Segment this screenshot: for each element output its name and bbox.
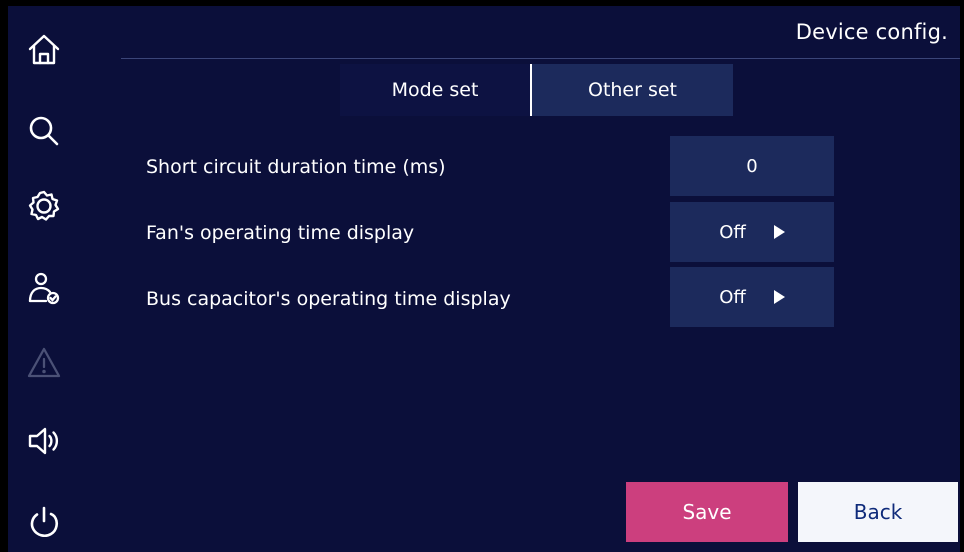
triangle-right-icon (773, 290, 785, 304)
sidebar (8, 6, 98, 552)
bus-capacitor-operating-time-label: Bus capacitor's operating time display (146, 288, 511, 310)
search-icon[interactable] (22, 109, 66, 153)
home-icon[interactable] (22, 28, 66, 72)
device-screen: Device config. Mode set Other set Short … (8, 6, 960, 552)
tab-other-set[interactable]: Other set (530, 64, 733, 116)
power-icon[interactable] (22, 501, 66, 545)
speaker-icon[interactable] (22, 419, 66, 463)
bus-capacitor-operating-time-value: Off (719, 286, 746, 308)
fan-operating-time-label: Fan's operating time display (146, 222, 415, 244)
fan-operating-time-select[interactable]: Off (670, 202, 834, 262)
warning-icon (22, 341, 66, 385)
header-divider (121, 58, 960, 59)
gear-icon[interactable] (22, 184, 66, 228)
user-check-icon[interactable] (22, 266, 66, 310)
save-button[interactable]: Save (626, 482, 788, 542)
device-frame: Device config. Mode set Other set Short … (0, 0, 964, 552)
triangle-right-icon (773, 225, 785, 239)
fan-operating-time-value: Off (719, 221, 746, 243)
tab-mode-set[interactable]: Mode set (340, 64, 530, 116)
bus-capacitor-operating-time-select[interactable]: Off (670, 267, 834, 327)
short-circuit-duration-value: 0 (746, 155, 758, 177)
page-title: Device config. (795, 20, 948, 44)
back-button[interactable]: Back (798, 482, 958, 542)
tab-bar: Mode set Other set (340, 64, 733, 116)
short-circuit-duration-input[interactable]: 0 (670, 136, 834, 196)
short-circuit-duration-label: Short circuit duration time (ms) (146, 156, 446, 178)
